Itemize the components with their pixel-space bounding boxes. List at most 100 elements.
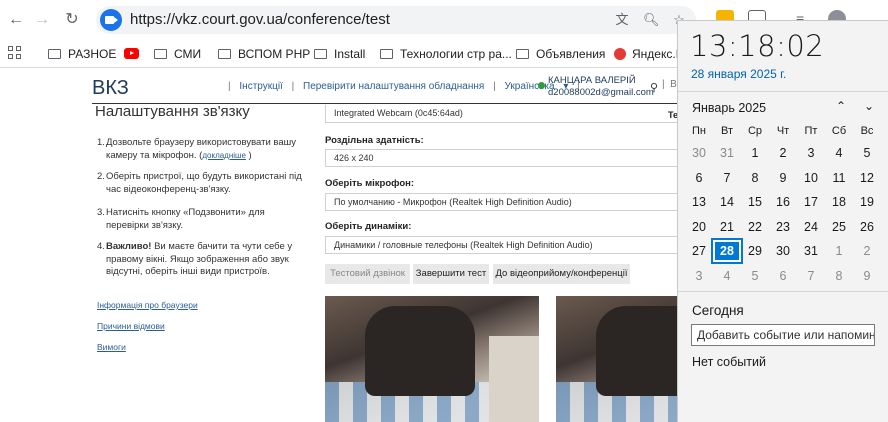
weekday-header: Сб bbox=[831, 125, 847, 137]
finish-test-button[interactable]: Завершити тест bbox=[413, 264, 489, 284]
calendar-day[interactable]: 6 bbox=[685, 167, 713, 189]
calendar-month-title[interactable]: Январь 2025 bbox=[692, 101, 766, 115]
today-header: Сегодня bbox=[692, 303, 744, 318]
calendar-day[interactable]: 26 bbox=[853, 216, 881, 238]
refusal-reasons-link[interactable]: Причини відмови bbox=[97, 321, 165, 331]
calendar-day[interactable]: 3 bbox=[797, 142, 825, 164]
calendar-day[interactable]: 8 bbox=[741, 167, 769, 189]
apps-grid-icon[interactable] bbox=[8, 46, 22, 60]
calendar-day[interactable]: 1 bbox=[825, 240, 853, 262]
user-name: КАНЦАРА ВАЛЕРІЙ bbox=[548, 75, 636, 86]
bookmark-folder[interactable]: СМИ bbox=[154, 45, 201, 63]
calendar-day[interactable]: 8 bbox=[825, 265, 853, 287]
calendar-day[interactable]: 31 bbox=[797, 240, 825, 262]
folder-icon bbox=[380, 49, 393, 59]
calendar-day[interactable]: 7 bbox=[713, 167, 741, 189]
requirements-link[interactable]: Вимоги bbox=[97, 342, 126, 352]
calendar-day[interactable]: 30 bbox=[769, 240, 797, 262]
nav-instructions-link[interactable]: Інструкції bbox=[239, 81, 282, 92]
youtube-icon bbox=[124, 48, 139, 59]
forward-icon[interactable]: → bbox=[32, 10, 52, 30]
translate-icon[interactable]: 文 bbox=[614, 12, 630, 28]
clock-date[interactable]: 28 января 2025 г. bbox=[691, 67, 786, 81]
instruction-step: 3. Натисніть кнопку «Подзвонити» для пер… bbox=[97, 207, 265, 231]
resolution-select[interactable]: 426 x 240 bbox=[325, 149, 680, 167]
calendar-day[interactable]: 16 bbox=[769, 191, 797, 213]
calendar-day[interactable]: 1 bbox=[741, 142, 769, 164]
weekday-header: Ср bbox=[747, 125, 763, 137]
test-call-button[interactable]: Тестовий дзвінок bbox=[325, 264, 410, 284]
calendar-day[interactable]: 24 bbox=[797, 216, 825, 238]
calendar-day[interactable]: 11 bbox=[825, 167, 853, 189]
calendar-day[interactable]: 12 bbox=[853, 167, 881, 189]
calendar-day[interactable]: 19 bbox=[853, 191, 881, 213]
url-text[interactable]: https://vkz.court.gov.ua/conference/test bbox=[130, 11, 390, 28]
calendar-day[interactable]: 2 bbox=[769, 142, 797, 164]
calendar-day[interactable]: 7 bbox=[797, 265, 825, 287]
add-event-input[interactable]: Добавить событие или напомина bbox=[691, 324, 875, 346]
user-info[interactable]: КАНЦАРА ВАЛЕРІЙ d20088002d@gmail.com bbox=[548, 75, 654, 99]
calendar-day[interactable]: 20 bbox=[685, 216, 713, 238]
reload-icon[interactable]: ↻ bbox=[62, 10, 82, 30]
bookmark-folder[interactable]: Технологии стр ра... bbox=[380, 45, 512, 63]
resolution-label: Роздільна здатність: bbox=[325, 135, 424, 146]
calendar-day[interactable]: 2 bbox=[853, 240, 881, 262]
microphone-select[interactable]: По умолчанию - Микрофон (Realtek High De… bbox=[325, 193, 680, 211]
calendar-day[interactable]: 6 bbox=[769, 265, 797, 287]
previous-month-icon[interactable]: ⌃ bbox=[834, 100, 848, 112]
calendar-day[interactable]: 25 bbox=[825, 216, 853, 238]
calendar-day[interactable]: 4 bbox=[713, 265, 741, 287]
more-details-link[interactable]: докладніше bbox=[202, 151, 246, 160]
calendar-day[interactable]: 27 bbox=[685, 240, 713, 262]
folder-icon bbox=[154, 49, 167, 59]
calendar-day[interactable]: 5 bbox=[741, 265, 769, 287]
calendar-day[interactable]: 18 bbox=[825, 191, 853, 213]
user-email: d20088002d@gmail.com bbox=[548, 87, 654, 98]
microphone-label: Оберіть мікрофон: bbox=[325, 178, 415, 189]
folder-icon bbox=[314, 49, 327, 59]
calendar-day[interactable]: 22 bbox=[741, 216, 769, 238]
calendar-day[interactable]: 14 bbox=[713, 191, 741, 213]
yandex-bookmark[interactable]: Яндекс.П bbox=[614, 45, 684, 63]
address-bar[interactable]: https://vkz.court.gov.ua/conference/test… bbox=[96, 6, 696, 34]
zoom-icon[interactable]: 🔍︎ bbox=[643, 12, 660, 28]
calendar-day[interactable]: 4 bbox=[825, 142, 853, 164]
section-title: Налаштування зв'язку bbox=[95, 103, 250, 120]
back-icon[interactable]: ← bbox=[6, 10, 26, 30]
umbrella-icon bbox=[614, 48, 626, 60]
local-video-preview bbox=[325, 296, 539, 422]
calendar-day[interactable]: 5 bbox=[853, 142, 881, 164]
nav-check-settings-link[interactable]: Перевірити налаштування обладнання bbox=[303, 81, 484, 92]
folder-icon bbox=[218, 49, 231, 59]
calendar-day[interactable]: 13 bbox=[685, 191, 713, 213]
calendar-day[interactable]: 29 bbox=[741, 240, 769, 262]
bookmark-folder[interactable]: Install bbox=[314, 45, 365, 63]
online-status-dot bbox=[538, 82, 545, 89]
bookmark-folder[interactable]: РАЗНОЕ bbox=[48, 45, 116, 63]
instruction-step: 1. Дозвольте браузеру використовувати ва… bbox=[97, 137, 297, 161]
calendar-day[interactable]: 31 bbox=[713, 142, 741, 164]
browser-info-link[interactable]: Інформація про браузери bbox=[97, 300, 198, 310]
key-icon[interactable]: ⚲ bbox=[650, 81, 658, 94]
bookmark-folder[interactable]: ВСПОМ PHP bbox=[218, 45, 310, 63]
calendar-day[interactable]: 17 bbox=[797, 191, 825, 213]
bookmark-folder[interactable]: Объявления bbox=[516, 45, 605, 63]
calendar-day[interactable]: 10 bbox=[797, 167, 825, 189]
calendar-day[interactable]: 9 bbox=[769, 167, 797, 189]
next-month-icon[interactable]: ⌄ bbox=[862, 100, 876, 112]
calendar-day[interactable]: 15 bbox=[741, 191, 769, 213]
weekday-header: Вс bbox=[860, 125, 874, 137]
youtube-bookmark[interactable] bbox=[124, 45, 146, 63]
calendar-day-today[interactable]: 28 bbox=[711, 238, 743, 264]
camera-site-icon[interactable] bbox=[100, 9, 122, 31]
site-logo[interactable]: ВКЗ bbox=[92, 77, 129, 100]
calendar-day[interactable]: 9 bbox=[853, 265, 881, 287]
calendar-day[interactable]: 21 bbox=[713, 216, 741, 238]
calendar-day[interactable]: 23 bbox=[769, 216, 797, 238]
calendar-day[interactable]: 3 bbox=[685, 265, 713, 287]
calendar-day[interactable]: 30 bbox=[685, 142, 713, 164]
camera-select[interactable]: Integrated Webcam (0c45:64ad) bbox=[325, 105, 680, 123]
instruction-step: 4. Важливо! Ви маєте бачити та чути себе… bbox=[97, 241, 293, 277]
go-to-conference-button[interactable]: До відеоприйому/конференції bbox=[493, 264, 630, 284]
speakers-select[interactable]: Динамики / головные телефоны (Realtek Hi… bbox=[325, 236, 680, 254]
